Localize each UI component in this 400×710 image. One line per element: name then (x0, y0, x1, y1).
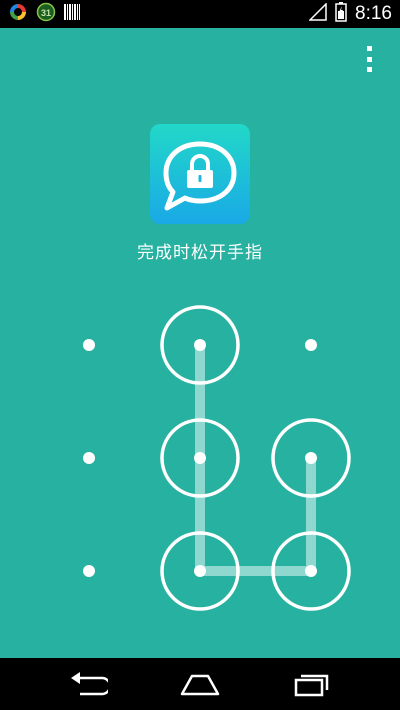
lock-pattern-screen: 完成时松开手指 (0, 28, 400, 658)
back-icon[interactable] (66, 668, 110, 700)
navigation-bar (0, 658, 400, 710)
status-bar-notifications: 31 (8, 2, 80, 26)
pattern-dot-4[interactable] (83, 452, 95, 464)
recents-icon[interactable] (290, 668, 334, 700)
pattern-dot-2[interactable] (194, 339, 206, 351)
pattern-dot-1[interactable] (83, 339, 95, 351)
pattern-dot-9[interactable] (305, 565, 317, 577)
calendar-day-label: 31 (41, 8, 51, 18)
pattern-dot-8[interactable] (194, 565, 206, 577)
status-bar-time: 8:16 (355, 3, 392, 24)
pattern-dot-7[interactable] (83, 565, 95, 577)
pattern-dot-3[interactable] (305, 339, 317, 351)
sync-icon (8, 2, 28, 26)
status-bar-system: 8:16 (308, 2, 392, 26)
pattern-dot-6[interactable] (305, 452, 317, 464)
calendar-31-icon: 31 (36, 2, 56, 26)
signal-icon (308, 2, 327, 25)
battery-icon (335, 2, 347, 26)
barcode-icon (64, 3, 80, 25)
home-icon[interactable] (178, 668, 222, 700)
pattern-grid[interactable] (0, 28, 400, 658)
pattern-dot-5[interactable] (194, 452, 206, 464)
status-bar: 31 8:16 (0, 0, 400, 28)
